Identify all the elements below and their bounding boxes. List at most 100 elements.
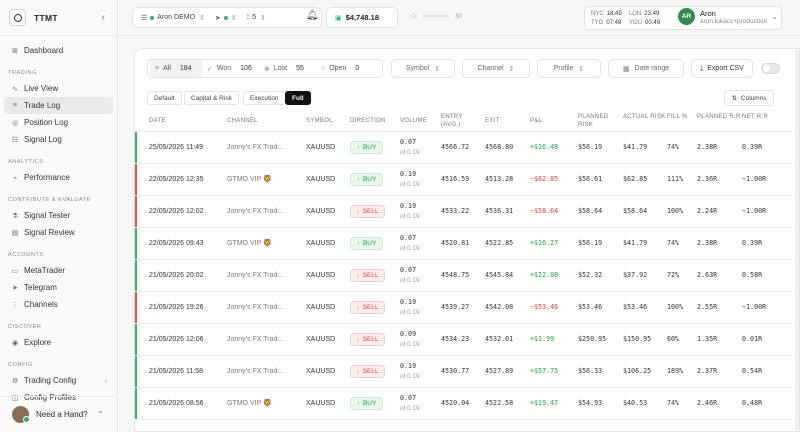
trade-date: 21/05/2026 12:06 bbox=[149, 336, 204, 343]
date-range-picker[interactable]: ▦ Date range bbox=[608, 59, 684, 78]
direction-badge: ↓ SELL bbox=[350, 269, 385, 282]
fill-percent: 100% bbox=[667, 207, 684, 215]
table-row[interactable]: 25/05/2026 11:49 Jonny's FX Trad... XAUU… bbox=[135, 132, 799, 164]
sidebar-item-channels[interactable]: ⋮ Channels bbox=[4, 296, 113, 313]
sidebar-item-dashboard[interactable]: ⊞ Dashboard bbox=[4, 42, 113, 59]
sidebar-nav: ⊞ Dashboard TRADING ∿ Live View ≡ Trade … bbox=[0, 36, 117, 406]
view-tab-execution[interactable]: Execution bbox=[243, 91, 286, 105]
direction-badge: ↑ BUY bbox=[350, 173, 383, 186]
columns-label: Columns bbox=[740, 94, 767, 102]
table-row[interactable]: 21/05/2026 11:58 Jonny's FX Trad... XAUU… bbox=[135, 356, 799, 388]
direction-label: SELL bbox=[362, 208, 379, 215]
table-row[interactable]: 21/05/2026 20:02 Jonny's FX Trad... XAUU… bbox=[135, 260, 799, 292]
display-toggle[interactable] bbox=[761, 63, 780, 74]
sidebar-item-signal-review[interactable]: ▤ Signal Review bbox=[4, 224, 113, 241]
trade-volume: 0.09 bbox=[400, 330, 417, 338]
chevron-up-icon: ⌃ bbox=[97, 410, 104, 419]
trade-volume-total: of 0.19 bbox=[400, 405, 420, 412]
download-icon: ⤓ bbox=[700, 64, 704, 72]
columns-button[interactable]: ⇅ Columns bbox=[724, 90, 774, 106]
sidebar-item-explore[interactable]: ◉ Explore bbox=[4, 334, 113, 351]
outcome-tab-won[interactable]: ✓ Won 106 bbox=[202, 60, 259, 77]
sidebar-item-signal-tester[interactable]: ⚗ Signal Tester bbox=[4, 207, 113, 224]
compass-icon: ◉ bbox=[11, 339, 19, 347]
user-menu[interactable]: AR Aron aron.lukacs+production ⌄ bbox=[678, 8, 778, 25]
help-button[interactable]: Need a Hand? ⌃ bbox=[0, 396, 118, 432]
outcome-tab-lost[interactable]: ⊗ Lost 55 bbox=[259, 60, 316, 77]
planned-risk: $56.19 bbox=[578, 143, 603, 151]
table-row[interactable]: 22/05/2026 09:43 GTMO VIP 🦁 XAUUSD ↑ BUY… bbox=[135, 228, 799, 260]
monitor-icon: ▭ bbox=[11, 267, 19, 275]
column-header[interactable]: NET R:R bbox=[742, 113, 786, 121]
sidebar: TTMT ‹ ⊞ Dashboard TRADING ∿ Live View ≡… bbox=[0, 0, 118, 432]
sidebar-item-telegram[interactable]: ➤ Telegram bbox=[4, 279, 113, 296]
scrollbar[interactable] bbox=[795, 49, 799, 431]
trade-volume: 0.19 bbox=[400, 362, 417, 370]
send-icon[interactable]: ➤ bbox=[215, 14, 221, 22]
brand: TTMT ‹ bbox=[0, 0, 117, 36]
channel-dropdown[interactable]: Channel ⇕ bbox=[462, 59, 530, 78]
column-header[interactable]: PLANNED RISK bbox=[578, 113, 622, 129]
sidebar-item-signal-log[interactable]: ☷ Signal Log bbox=[4, 131, 113, 148]
symbol-label: Symbol bbox=[405, 65, 430, 72]
sidebar-item-label: Trading Config bbox=[24, 376, 77, 385]
actual-risk: $37.92 bbox=[623, 271, 648, 279]
sidebar-item-performance[interactable]: ⌁ Performance bbox=[4, 169, 113, 186]
export-csv-button[interactable]: ⤓ Export CSV bbox=[691, 59, 753, 78]
flask-icon: ⚗ bbox=[11, 212, 19, 220]
trade-pnl: +$16.27 bbox=[530, 239, 559, 247]
column-header[interactable]: ENTRY (AVG.) bbox=[441, 113, 481, 129]
table-row[interactable]: 21/05/2026 12:06 Jonny's FX Trad... XAUU… bbox=[135, 324, 799, 356]
sidebar-item-trading-config[interactable]: ⚙ Trading Config › bbox=[4, 372, 113, 389]
bell-icon[interactable]: 🔔︎ bbox=[306, 10, 319, 21]
trade-date: 22/05/2026 12:35 bbox=[149, 176, 204, 183]
planned-risk: $52.32 bbox=[578, 271, 603, 279]
table-row[interactable]: 22/05/2026 12:35 GTMO VIP 🦁 XAUUSD ↑ BUY… bbox=[135, 164, 799, 196]
net-rr: −1.00R bbox=[742, 303, 767, 311]
sidebar-item-position-log[interactable]: ◎ Position Log bbox=[4, 114, 113, 131]
table-row[interactable]: 21/05/2026 19:26 Jonny's FX Trad... XAUU… bbox=[135, 292, 799, 324]
sidebar-item-metatrader[interactable]: ▭ MetaTrader bbox=[4, 262, 113, 279]
symbol-dropdown[interactable]: Symbol ⇕ bbox=[391, 59, 455, 78]
view-tab-capital-risk[interactable]: Capital & Risk bbox=[184, 91, 239, 105]
view-tab-default[interactable]: Default bbox=[147, 91, 182, 105]
arrow-down-icon: ↓ bbox=[356, 272, 360, 279]
sidebar-item-live-view[interactable]: ∿ Live View bbox=[4, 80, 113, 97]
trade-channel: Jonny's FX Trad... bbox=[227, 336, 284, 343]
account-select[interactable]: Aron DEMO bbox=[157, 14, 195, 21]
trade-date: 22/05/2026 09:43 bbox=[149, 240, 204, 247]
column-header[interactable]: SYMBOL bbox=[306, 117, 350, 125]
trade-volume: 0.07 bbox=[400, 266, 417, 274]
column-header[interactable]: P&L bbox=[530, 117, 574, 125]
sidebar-section-label: CONFIG bbox=[8, 362, 33, 368]
column-header[interactable]: PLANNED R:R bbox=[697, 113, 741, 121]
column-header[interactable]: DIRECTION bbox=[350, 117, 394, 125]
profile-dropdown[interactable]: Profile ⇕ bbox=[537, 59, 601, 78]
column-header[interactable]: ACTUAL RISK bbox=[623, 113, 667, 121]
clock-city: TYO bbox=[591, 20, 604, 26]
trade-pnl: −$53.46 bbox=[530, 303, 559, 311]
collapse-sidebar-icon[interactable]: ‹ bbox=[102, 12, 105, 23]
outcome-tab-open[interactable]: ○ Open 0 bbox=[316, 60, 373, 77]
sliders-icon: ⇅ bbox=[731, 95, 737, 102]
planned-rr: 2.55R bbox=[697, 303, 718, 311]
trade-entry: 4539.27 bbox=[441, 303, 470, 311]
trade-exit: 4536.31 bbox=[485, 207, 514, 215]
view-tab-full[interactable]: Full bbox=[285, 91, 311, 105]
outcome-tab-all[interactable]: ≡ All 184 bbox=[150, 60, 202, 77]
sidebar-item-trade-log[interactable]: ≡ Trade Log bbox=[4, 97, 113, 114]
column-header[interactable]: DATE bbox=[149, 117, 193, 125]
clock-time: 18:49 bbox=[606, 11, 622, 17]
table-row[interactable]: 22/05/2026 12:02 Jonny's FX Trad... XAUU… bbox=[135, 196, 799, 228]
outcome-bar bbox=[135, 260, 137, 291]
column-header[interactable]: EXIT bbox=[485, 117, 529, 125]
sidebar-item-label: Trade Log bbox=[24, 101, 61, 110]
trade-date: 25/05/2026 11:49 bbox=[149, 144, 203, 151]
table-row[interactable]: 21/05/2026 08:56 GTMO VIP 🦁 XAUUSD ↑ BUY… bbox=[135, 388, 799, 420]
column-header[interactable]: CHANNEL bbox=[227, 117, 271, 125]
sidebar-item-label: Channels bbox=[24, 300, 58, 309]
channels-icon[interactable]: ⟟ bbox=[247, 14, 250, 22]
column-header[interactable]: VOLUME bbox=[400, 117, 444, 125]
outcome-count: 184 bbox=[179, 65, 192, 72]
direction-badge: ↑ BUY bbox=[350, 397, 383, 410]
